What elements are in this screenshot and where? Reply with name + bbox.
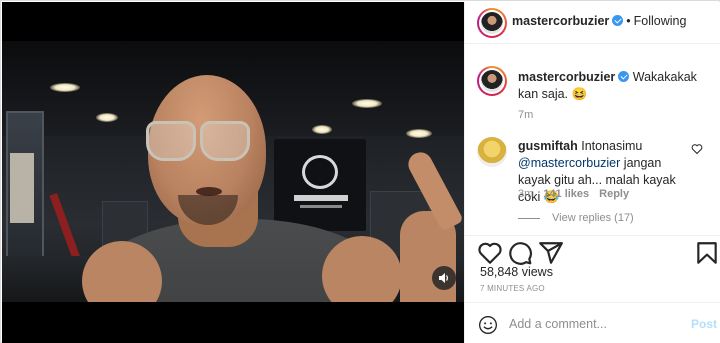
caption-age[interactable]: 7m <box>518 109 533 121</box>
send-icon[interactable] <box>538 240 564 266</box>
caption-username[interactable]: mastercorbuzier <box>518 70 615 84</box>
reply-button[interactable]: Reply <box>599 188 629 200</box>
comment-meta: 3m 141 likes Reply <box>518 188 639 200</box>
post-timestamp[interactable]: 7 MINUTES AGO <box>480 284 545 293</box>
post-button[interactable]: Post <box>691 317 717 331</box>
comment-icon[interactable] <box>507 240 533 266</box>
bookmark-icon[interactable] <box>694 240 720 266</box>
author-avatar[interactable] <box>477 8 507 38</box>
caption-avatar[interactable] <box>477 66 507 96</box>
author-username[interactable]: mastercorbuzier <box>512 14 609 28</box>
post-sidebar: mastercorbuzier • Following mastercorbuzie… <box>464 2 720 343</box>
caption: mastercorbuzier Wakakakak kan saja. 😆 <box>518 69 708 103</box>
following-button[interactable]: Following <box>634 14 687 28</box>
verified-badge-icon <box>612 15 624 26</box>
post-modal: mastercorbuzier • Following mastercorbuzie… <box>0 0 720 343</box>
commenter-username[interactable]: gusmiftah <box>518 139 578 153</box>
comment-input[interactable] <box>509 314 679 334</box>
add-comment-bar: Post <box>465 302 720 343</box>
comment-likes[interactable]: 141 likes <box>543 188 589 200</box>
post-header: mastercorbuzier • Following <box>465 2 720 44</box>
comment-age[interactable]: 3m <box>518 188 533 200</box>
video-player[interactable] <box>2 2 464 343</box>
comment-mention[interactable]: @mastercorbuzier <box>518 156 620 170</box>
video-frame[interactable] <box>2 41 464 302</box>
like-comment-heart-icon[interactable] <box>691 143 703 155</box>
view-count[interactable]: 58,848 views <box>480 265 553 279</box>
emoji-icon[interactable] <box>478 315 498 335</box>
commenter-avatar[interactable] <box>477 137 507 167</box>
verified-badge-icon <box>618 71 630 82</box>
heart-icon[interactable] <box>477 240 503 266</box>
comments-section: mastercorbuzier Wakakakak kan saja. 😆 7m… <box>465 45 720 235</box>
view-replies-button[interactable]: View replies (17) <box>518 212 634 224</box>
volume-icon[interactable] <box>432 266 456 290</box>
